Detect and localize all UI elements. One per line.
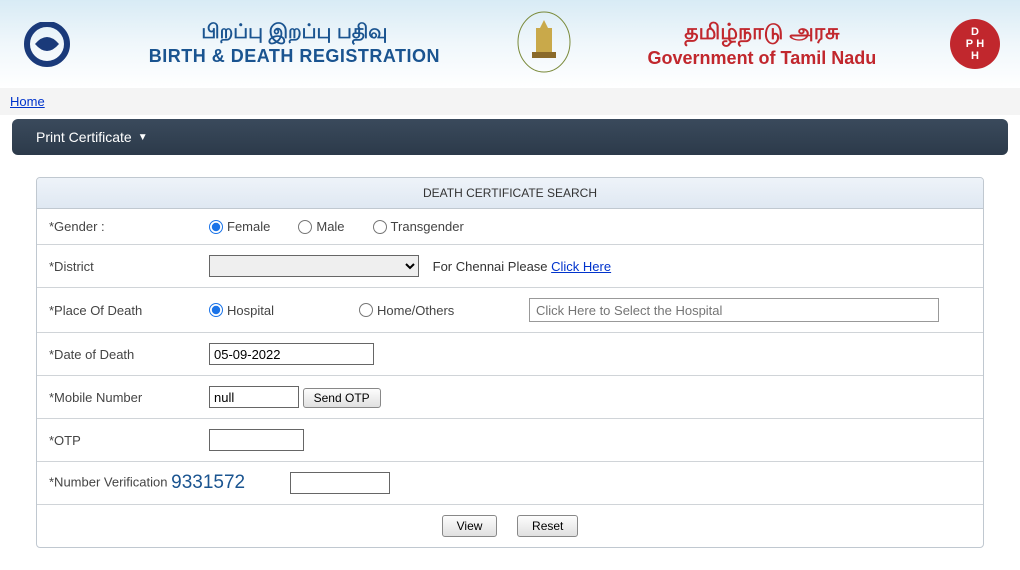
header-banner: பிறப்பு இறப்பு பதிவு BIRTH & DEATH REGIS…: [0, 0, 1020, 88]
reset-button[interactable]: Reset: [517, 515, 578, 537]
death-certificate-search-panel: DEATH CERTIFICATE SEARCH *Gender : Femal…: [36, 177, 984, 548]
state-emblem: [514, 10, 574, 78]
mobile-number-row: *Mobile Number Send OTP: [37, 376, 983, 419]
pod-home-radio[interactable]: [359, 303, 373, 317]
pod-hospital-option[interactable]: Hospital: [209, 303, 339, 318]
place-of-death-row: *Place Of Death Hospital Home/Others: [37, 288, 983, 333]
view-button[interactable]: View: [442, 515, 498, 537]
otp-input[interactable]: [209, 429, 304, 451]
gender-male-radio[interactable]: [298, 220, 312, 234]
crs-logo-icon: [20, 22, 75, 67]
verification-code-input[interactable]: [290, 472, 390, 494]
english-title: BIRTH & DEATH REGISTRATION: [149, 46, 440, 67]
gender-row: *Gender : Female Male Transg: [37, 209, 983, 245]
number-verification-row: *Number Verification 9331572: [37, 462, 983, 505]
home-link[interactable]: Home: [10, 94, 45, 109]
otp-label: *OTP: [37, 419, 197, 462]
gender-label: *Gender :: [37, 209, 197, 245]
date-of-death-input[interactable]: [209, 343, 374, 365]
gender-transgender-radio[interactable]: [373, 220, 387, 234]
government-title-block: தமிழ்நாடு அரசு Government of Tamil Nadu: [648, 19, 877, 69]
menu-bar: Print Certificate ▼: [12, 119, 1008, 155]
registration-title-block: பிறப்பு இறப்பு பதிவு BIRTH & DEATH REGIS…: [149, 21, 440, 67]
english-govt-text: Government of Tamil Nadu: [648, 48, 877, 69]
hospital-select-input[interactable]: [529, 298, 939, 322]
print-certificate-menu[interactable]: Print Certificate ▼: [36, 129, 148, 145]
district-select[interactable]: [209, 255, 419, 277]
pod-hospital-radio[interactable]: [209, 303, 223, 317]
gender-radio-group: Female Male Transgender: [209, 219, 971, 234]
panel-title: DEATH CERTIFICATE SEARCH: [37, 178, 983, 209]
gender-transgender-option[interactable]: Transgender: [373, 219, 464, 234]
gender-male-option[interactable]: Male: [298, 219, 344, 234]
gender-female-radio[interactable]: [209, 220, 223, 234]
chennai-note: For Chennai Please Click Here: [433, 259, 611, 274]
mobile-number-label: *Mobile Number: [37, 376, 197, 419]
date-of-death-row: *Date of Death: [37, 333, 983, 376]
breadcrumb-bar: Home: [0, 88, 1020, 115]
tamilnadu-emblem-icon: [514, 10, 574, 75]
date-of-death-label: *Date of Death: [37, 333, 197, 376]
logo-left: [20, 22, 75, 67]
chennai-click-here-link[interactable]: Click Here: [551, 259, 611, 274]
otp-row: *OTP: [37, 419, 983, 462]
chevron-down-icon: ▼: [138, 132, 148, 143]
content-area: DEATH CERTIFICATE SEARCH *Gender : Femal…: [0, 159, 1020, 566]
district-label: *District: [37, 245, 197, 288]
mobile-number-input[interactable]: [209, 386, 299, 408]
verification-code-display: 9331572: [171, 472, 286, 494]
send-otp-button[interactable]: Send OTP: [303, 388, 381, 408]
tamil-govt-text: தமிழ்நாடு அரசு: [648, 19, 877, 48]
search-form-table: *Gender : Female Male Transg: [37, 209, 983, 547]
dph-badge-icon: DP HH: [950, 19, 1000, 69]
menu-label: Print Certificate: [36, 129, 132, 145]
tamil-title: பிறப்பு இறப்பு பதிவு: [149, 21, 440, 46]
pod-home-option[interactable]: Home/Others: [359, 303, 509, 318]
gender-female-option[interactable]: Female: [209, 219, 270, 234]
number-verification-label: *Number Verification: [49, 474, 168, 489]
action-row: View Reset: [37, 505, 983, 548]
district-row: *District For Chennai Please Click Here: [37, 245, 983, 288]
place-of-death-label: *Place Of Death: [37, 288, 197, 333]
